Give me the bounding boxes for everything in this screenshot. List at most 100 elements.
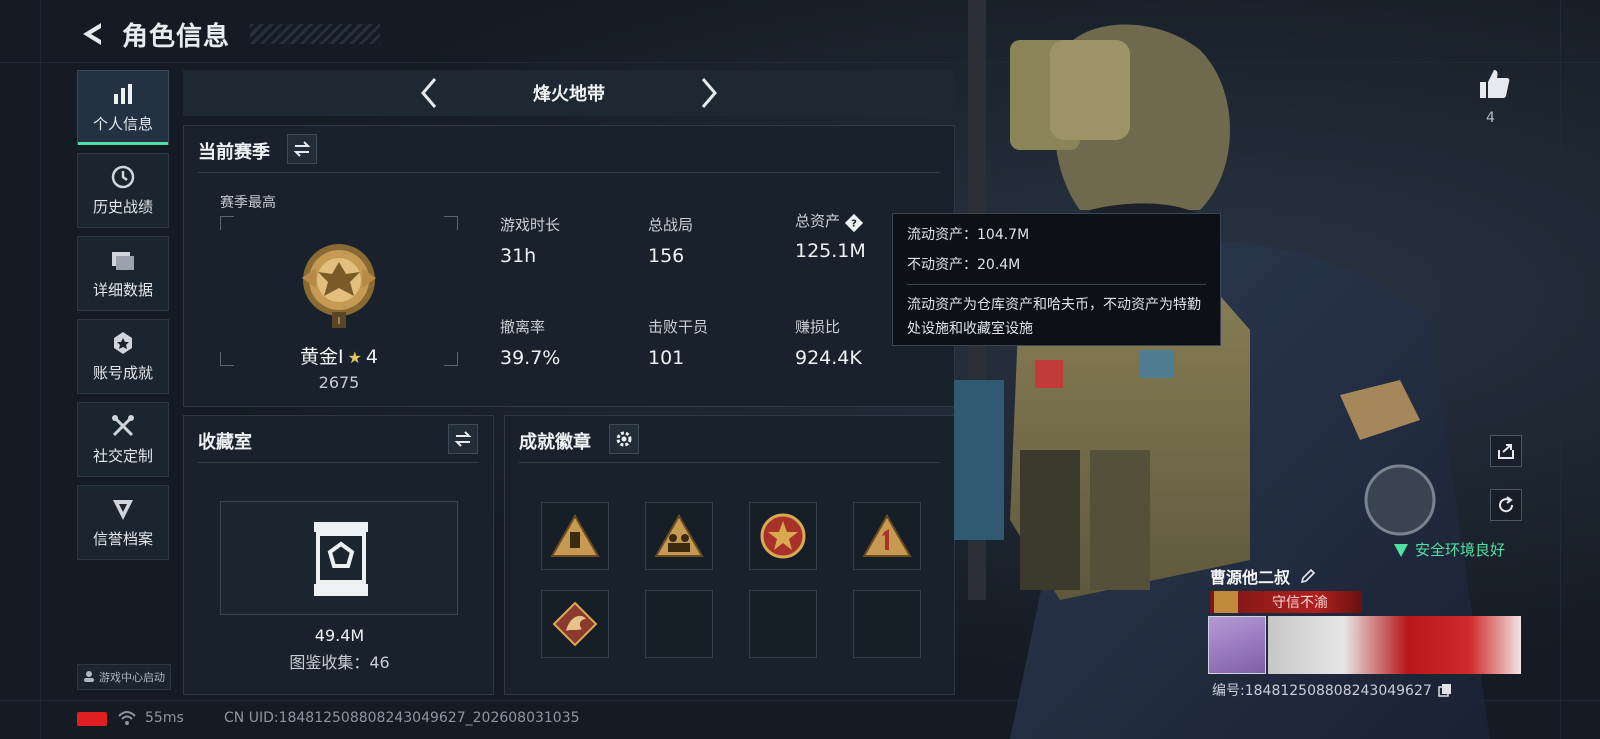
triangle-badge-icon <box>550 514 600 557</box>
stat-value: 156 <box>648 245 685 267</box>
season-best-label: 赛季最高 <box>220 195 276 211</box>
gear-icon <box>616 431 632 447</box>
rank-score: 2675 <box>318 373 360 392</box>
title-decoration <box>250 24 381 44</box>
stat-extraction-rate: 撤离率 39.7% <box>500 316 560 369</box>
divider <box>907 284 1206 285</box>
swap-icon <box>293 141 311 157</box>
dragon-badge-icon <box>552 601 598 647</box>
svg-text:I: I <box>338 316 341 327</box>
season-switch-button[interactable] <box>287 134 317 164</box>
badge-slot[interactable] <box>541 590 609 658</box>
badge-grid <box>541 502 921 658</box>
player-name-row: 曹源他二叔 <box>1210 564 1316 588</box>
collection-room-panel: 收藏室 49.4M 图鉴收集：46 <box>183 415 494 695</box>
panel-title: 收藏室 <box>198 432 252 453</box>
stat-label: 游戏时长 <box>500 216 561 234</box>
badge-slot-empty[interactable] <box>853 590 921 658</box>
back-button[interactable] <box>78 18 106 50</box>
mode-next-button[interactable] <box>694 73 724 113</box>
stat-value: 125.1M <box>795 239 866 262</box>
mode-prev-button[interactable] <box>414 73 444 113</box>
launch-label: 游戏中心启动 <box>99 671 165 684</box>
shield-icon <box>110 496 136 522</box>
sidebar-item-achievements[interactable]: 账号成就 <box>77 319 169 394</box>
number-one-badge-icon <box>862 514 912 557</box>
copy-icon[interactable] <box>1438 683 1452 697</box>
badge-settings-button[interactable] <box>609 424 639 454</box>
achievement-badges-panel: 成就徽章 <box>504 415 955 695</box>
avatar[interactable] <box>1208 616 1266 674</box>
current-season-panel: 当前赛季 赛季最高 I 黄金I ★ 4 2675 游戏时长 31h 总战局 156 … <box>183 125 955 407</box>
svg-text:?: ? <box>851 218 857 229</box>
stat-label: 总资产 <box>795 212 841 230</box>
star-icon: ★ <box>347 348 362 367</box>
divider <box>198 172 940 173</box>
tools-icon <box>110 413 136 439</box>
sidebar-item-label: 社交定制 <box>92 447 153 465</box>
badge-slot-empty[interactable] <box>749 590 817 658</box>
assets-tooltip: 流动资产：104.7M 不动资产：20.4M 流动资产为仓库资产和哈夫币，不动资… <box>892 213 1221 346</box>
player-id: 编号:184812508808243049627 <box>1212 683 1432 699</box>
user-icon <box>83 670 95 685</box>
player-title-badge[interactable]: 守信不渝 <box>1210 591 1362 613</box>
medal-icon <box>110 330 136 356</box>
game-center-launch-tag[interactable]: 游戏中心启动 <box>77 664 171 690</box>
panel-title: 当前赛季 <box>198 142 270 163</box>
stat-total-matches: 总战局 156 <box>648 214 693 267</box>
soldiers-badge-icon <box>654 514 704 557</box>
share-button[interactable] <box>1490 435 1522 467</box>
swap-icon <box>454 431 472 447</box>
mode-name: 烽火地带 <box>533 84 605 105</box>
badge-slot[interactable] <box>749 502 817 570</box>
sidebar-item-credit-file[interactable]: 信誉档案 <box>77 485 169 560</box>
refresh-button[interactable] <box>1490 489 1522 521</box>
star-seal-badge-icon <box>760 513 806 559</box>
collection-room-preview[interactable] <box>220 501 458 615</box>
safe-text: 安全环境良好 <box>1415 541 1506 559</box>
thumbs-up-icon[interactable] <box>1476 66 1512 102</box>
collection-count: 图鉴收集：46 <box>289 653 390 672</box>
stat-profit-loss-ratio: 赚损比 924.4K <box>795 316 862 369</box>
stat-label: 总战局 <box>648 216 694 234</box>
sidebar-item-detailed-data[interactable]: 详细数据 <box>77 236 169 311</box>
clock-icon <box>110 164 136 190</box>
ping-value: 55ms <box>145 710 184 726</box>
sidebar-item-social-custom[interactable]: 社交定制 <box>77 402 169 477</box>
title-emblem-icon <box>1214 591 1238 613</box>
panel-title: 成就徽章 <box>519 432 591 453</box>
refresh-icon <box>1499 496 1514 513</box>
stat-value: 924.4K <box>795 347 862 369</box>
uid-text: CN UID:18481250880824304962​7_2026080310… <box>224 710 580 726</box>
sidebar-item-label: 历史战绩 <box>92 198 153 216</box>
collection-switch-button[interactable] <box>448 424 478 454</box>
name-card-banner[interactable] <box>1268 616 1521 674</box>
sidebar-item-match-history[interactable]: 历史战绩 <box>77 153 169 228</box>
page-header: 角色信息 <box>78 18 381 52</box>
badge-slot[interactable] <box>541 502 609 570</box>
help-icon[interactable]: ? <box>844 212 864 232</box>
stat-value: 101 <box>648 347 685 369</box>
sidebar-item-personal-info[interactable]: 个人信息 <box>77 70 169 145</box>
collection-value: 49.4M <box>314 626 365 645</box>
player-name: 曹源他二叔 <box>1210 568 1291 587</box>
bar-chart-icon <box>110 81 136 107</box>
chevron-right-icon <box>701 78 717 108</box>
sidebar-item-label: 个人信息 <box>92 115 153 133</box>
stat-value: 31h <box>500 245 537 267</box>
badge-slot-empty[interactable] <box>645 590 713 658</box>
badge-slot[interactable] <box>645 502 713 570</box>
rank-name-line: 黄金I ★ 4 <box>220 342 458 369</box>
edit-icon[interactable] <box>1300 568 1316 584</box>
badge-slot[interactable] <box>853 502 921 570</box>
mode-selector: 烽火地带 <box>183 70 955 116</box>
stat-label: 赚损比 <box>795 318 841 336</box>
sidebar: 个人信息 历史战绩 详细数据 账号成就 社交定制 信誉档案 <box>77 70 169 560</box>
sidebar-item-label: 详细数据 <box>92 281 153 299</box>
wifi-icon <box>118 711 136 725</box>
back-arrow-icon <box>83 23 101 45</box>
battery-icon <box>77 712 107 726</box>
share-icon <box>1498 444 1514 459</box>
divider <box>198 462 479 463</box>
page-title: 角色信息 <box>122 21 231 52</box>
